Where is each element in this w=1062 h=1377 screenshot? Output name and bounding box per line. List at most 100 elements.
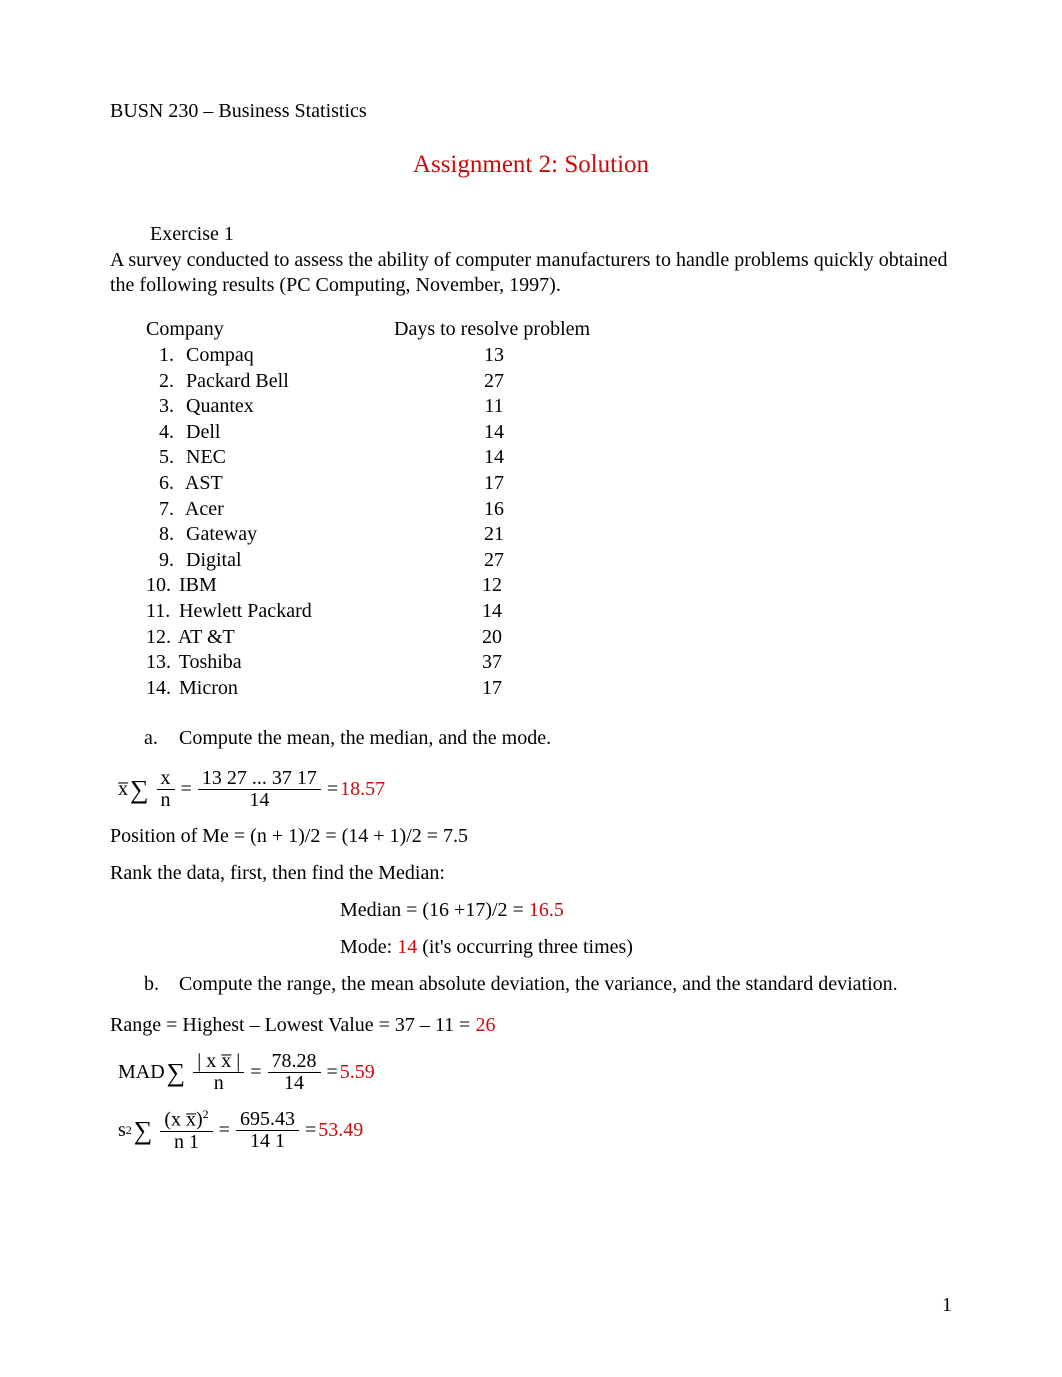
row-company: IBM — [174, 573, 392, 599]
table-row: 3. Quantex11 — [146, 394, 952, 420]
variance-equation: s2 ∑ (x x̅)2 n 1 = 695.43 14 1 = 53.49 — [118, 1108, 952, 1153]
row-number: 8. — [146, 522, 176, 548]
var-frac1-num-pre: (x x̅) — [164, 1109, 202, 1131]
row-number: 5. — [146, 445, 176, 471]
exercise-label: Exercise 1 — [150, 223, 952, 246]
range-line: Range = Highest – Lowest Value = 37 – 11… — [110, 1014, 952, 1037]
table-row: 4. Dell14 — [146, 420, 952, 446]
data-table: Company Days to resolve problem 1. Compa… — [146, 318, 952, 701]
table-row: 10. IBM12 — [146, 573, 952, 599]
row-number: 4. — [146, 420, 176, 446]
row-company: Hewlett Packard — [174, 599, 392, 625]
mad-frac1-num: | x x̅ | — [193, 1051, 244, 1073]
range-value: 26 — [475, 1014, 495, 1036]
row-number: 7. — [146, 497, 176, 523]
row-company: AT &T — [174, 625, 392, 651]
var-frac1-num-sup: 2 — [203, 1107, 209, 1121]
row-days: 27 — [394, 369, 594, 395]
mean-frac2: 13 27 ... 37 17 14 — [198, 768, 321, 811]
mean-frac2-den: 14 — [245, 790, 273, 811]
row-days: 12 — [392, 573, 592, 599]
sigma-icon: ∑ — [167, 1058, 186, 1088]
equals-sign: = — [327, 778, 338, 801]
row-number: 10. — [146, 573, 174, 599]
row-company: Dell — [176, 420, 394, 446]
row-days: 13 — [394, 343, 594, 369]
median-pre: Median = (16 +17)/2 = — [340, 899, 529, 921]
row-company: Compaq — [176, 343, 394, 369]
row-number: 14. — [146, 676, 174, 702]
table-row: 9. Digital27 — [146, 548, 952, 574]
question-b: b. Compute the range, the mean absolute … — [144, 973, 952, 996]
median-line: Median = (16 +17)/2 = 16.5 — [340, 899, 952, 922]
row-company: Acer — [176, 497, 394, 523]
mad-equation: MAD ∑ | x x̅ | n = 78.28 14 = 5.59 — [118, 1051, 952, 1094]
table-row: 2. Packard Bell27 — [146, 369, 952, 395]
row-days: 21 — [394, 522, 594, 548]
row-company: Quantex — [176, 394, 394, 420]
row-days: 17 — [394, 471, 594, 497]
row-days: 37 — [392, 650, 592, 676]
range-pre: Range = Highest – Lowest Value = 37 – 11… — [110, 1014, 475, 1036]
row-company: Micron — [174, 676, 392, 702]
row-days: 27 — [394, 548, 594, 574]
table-row: 8. Gateway21 — [146, 522, 952, 548]
row-company: Packard Bell — [176, 369, 394, 395]
var-frac2-den: 14 1 — [246, 1131, 289, 1152]
row-company: NEC — [176, 445, 394, 471]
equals-sign: = — [181, 778, 192, 801]
table-row: 12. AT &T20 — [146, 625, 952, 651]
mode-line: Mode: 14 (it's occurring three times) — [340, 936, 952, 959]
var-frac1-den: n 1 — [170, 1132, 203, 1153]
row-company: Gateway — [176, 522, 394, 548]
document-title: Assignment 2: Solution — [110, 151, 952, 179]
mode-pre: Mode: — [340, 936, 397, 958]
mean-frac1-den: n — [157, 790, 175, 811]
median-value: 16.5 — [529, 899, 564, 921]
mad-label: MAD — [118, 1061, 165, 1084]
mad-result: 5.59 — [340, 1061, 375, 1084]
document-page: BUSN 230 – Business Statistics Assignmen… — [0, 0, 1062, 1377]
row-number: 9. — [146, 548, 176, 574]
median-position: Position of Me = (n + 1)/2 = (14 + 1)/2 … — [110, 825, 952, 848]
mad-frac1-den: n — [210, 1073, 228, 1094]
variance-result: 53.49 — [318, 1119, 363, 1142]
variance-label: s — [118, 1119, 126, 1142]
row-days: 20 — [392, 625, 592, 651]
row-days: 14 — [394, 445, 594, 471]
table-row: 7. Acer16 — [146, 497, 952, 523]
question-b-letter: b. — [144, 973, 174, 996]
row-number: 13. — [146, 650, 174, 676]
mad-frac1: | x x̅ | n — [193, 1051, 244, 1094]
page-number: 1 — [942, 1294, 952, 1317]
mode-value: 14 — [397, 936, 417, 958]
sigma-icon: ∑ — [134, 1116, 153, 1146]
question-a: a. Compute the mean, the median, and the… — [144, 727, 952, 750]
mean-frac2-num: 13 27 ... 37 17 — [198, 768, 321, 790]
variance-sup: 2 — [126, 1123, 132, 1138]
var-frac1-num: (x x̅)2 — [160, 1108, 212, 1132]
rank-instruction: Rank the data, first, then find the Medi… — [110, 862, 952, 885]
row-days: 11 — [394, 394, 594, 420]
table-row: 5. NEC14 — [146, 445, 952, 471]
table-row: 11. Hewlett Packard14 — [146, 599, 952, 625]
intro-paragraph: A survey conducted to assess the ability… — [110, 248, 952, 298]
mad-frac2-den: 14 — [280, 1073, 308, 1094]
equals-sign: = — [219, 1119, 230, 1142]
var-frac2-num: 695.43 — [236, 1109, 299, 1131]
row-days: 17 — [392, 676, 592, 702]
row-number: 12. — [146, 625, 174, 651]
var-frac1: (x x̅)2 n 1 — [160, 1108, 212, 1153]
row-days: 14 — [392, 599, 592, 625]
row-days: 16 — [394, 497, 594, 523]
mode-post: (it's occurring three times) — [417, 936, 633, 958]
equals-sign: = — [250, 1061, 261, 1084]
row-number: 1. — [146, 343, 176, 369]
mad-frac2: 78.28 14 — [268, 1051, 321, 1094]
question-b-text: Compute the range, the mean absolute dev… — [179, 973, 898, 995]
sigma-icon: ∑ — [130, 775, 149, 805]
row-number: 3. — [146, 394, 176, 420]
var-frac2: 695.43 14 1 — [236, 1109, 299, 1152]
table-header-row: Company Days to resolve problem — [146, 318, 952, 341]
mean-equation: x̅ ∑ x n = 13 27 ... 37 17 14 = 18.57 — [118, 768, 952, 811]
